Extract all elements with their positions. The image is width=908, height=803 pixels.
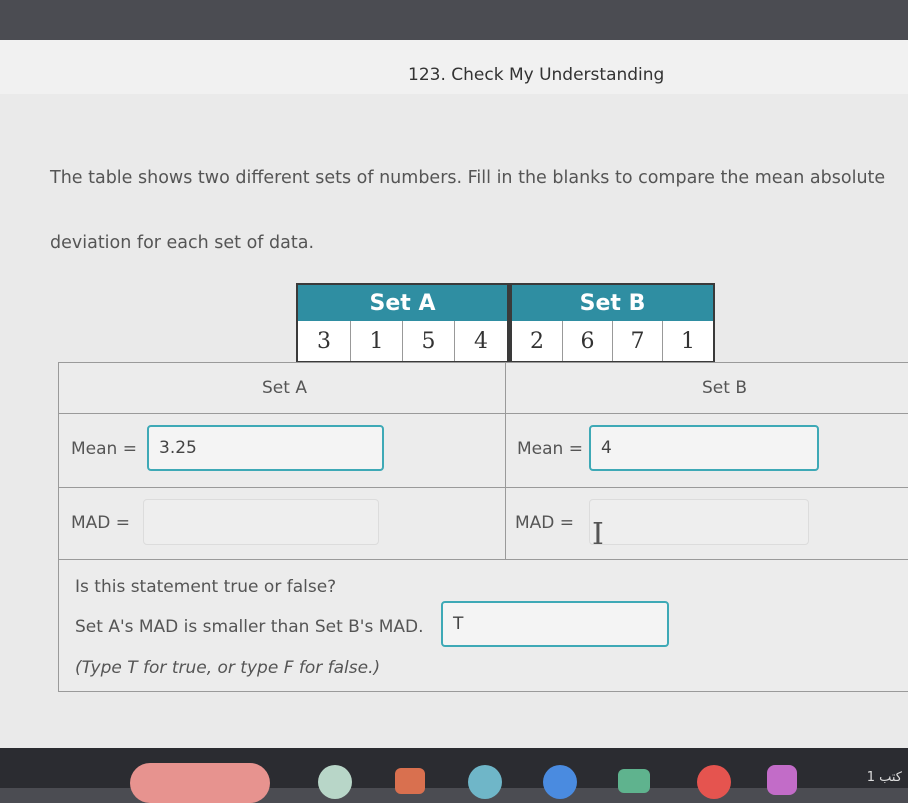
set-b-value: 7 xyxy=(612,321,662,361)
app-icon[interactable] xyxy=(618,769,650,793)
set-a-value: 1 xyxy=(350,321,402,361)
taskbar-text: 1 ﻛﺘﺐ xyxy=(866,770,902,785)
grid-row-divider xyxy=(59,559,908,560)
set-b-value: 1 xyxy=(662,321,713,361)
app-icon[interactable] xyxy=(318,765,352,799)
question-statement: Set A's MAD is smaller than Set B's MAD. xyxy=(75,617,424,637)
grid-row-divider xyxy=(59,413,908,414)
col-a-header: Set A xyxy=(262,378,307,398)
app-screen: 123. Check My Understanding The table sh… xyxy=(0,40,908,766)
mean-b-label: Mean = xyxy=(517,439,583,459)
app-icon[interactable] xyxy=(767,765,797,795)
text-cursor-icon: I xyxy=(592,517,604,552)
prompt-line-1: The table shows two different sets of nu… xyxy=(50,168,886,188)
mad-a-label: MAD = xyxy=(71,513,131,533)
app-icon[interactable] xyxy=(468,765,502,799)
taskbar: 1 ﻛﺘﺐ xyxy=(0,748,908,803)
data-table: Set A Set B 3 1 5 4 2 6 7 1 xyxy=(296,283,715,363)
set-b-header: Set B xyxy=(512,285,713,321)
prompt-line-2: deviation for each set of data. xyxy=(50,233,315,253)
question-instruction: (Type T for true, or type F for false.) xyxy=(75,658,381,678)
set-a-header: Set A xyxy=(298,285,507,321)
mean-a-input[interactable]: 3.25 xyxy=(147,425,384,471)
mean-b-input[interactable]: 4 xyxy=(589,425,819,471)
true-false-input[interactable]: T xyxy=(441,601,669,647)
app-icon[interactable] xyxy=(395,768,425,794)
mad-b-input[interactable] xyxy=(589,499,809,545)
set-a-value: 4 xyxy=(454,321,507,361)
set-b-value: 2 xyxy=(530,328,544,354)
col-b-header: Set B xyxy=(702,378,747,398)
app-icon[interactable] xyxy=(697,765,731,799)
grid-column-divider xyxy=(505,363,506,560)
page-title: 123. Check My Understanding xyxy=(408,65,665,85)
set-b-value: 6 xyxy=(562,321,612,361)
question-prompt: Is this statement true or false? xyxy=(75,577,337,597)
set-a-value: 5 xyxy=(402,321,454,361)
mean-a-label: Mean = xyxy=(71,439,137,459)
grid-row-divider xyxy=(59,487,908,488)
answer-grid: Set A Set B Mean = 3.25 Mean = 4 MAD = M… xyxy=(58,362,908,692)
mad-a-input[interactable] xyxy=(143,499,379,545)
mad-b-label: MAD = xyxy=(515,513,575,533)
set-a-value: 3 xyxy=(317,328,331,354)
browser-icon[interactable] xyxy=(543,765,577,799)
taskbar-search-pill[interactable] xyxy=(130,763,270,803)
